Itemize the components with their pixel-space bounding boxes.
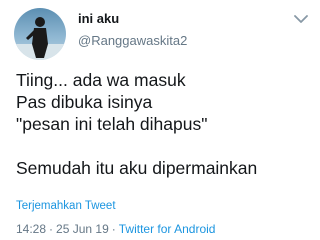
profile-photo-icon xyxy=(14,17,66,60)
chevron-down-icon[interactable] xyxy=(294,14,308,24)
tweet-card: ini aku @Ranggawaskita2 Tiing... ada wa … xyxy=(0,0,320,240)
translate-tweet-link[interactable]: Terjemahkan Tweet xyxy=(16,200,116,212)
display-name[interactable]: ini aku xyxy=(78,11,119,26)
tweet-date[interactable]: 25 Jun 19 xyxy=(56,222,109,236)
tweet-text-line: Tiing... ada wa masuk xyxy=(16,70,186,90)
tweet-meta: 14:28 · 25 Jun 19 · Twitter for Android xyxy=(16,222,215,236)
tweet-text: Tiing... ada wa masuk Pas dibuka isinya … xyxy=(16,69,312,179)
tweet-text-line: "pesan ini telah dihapus" xyxy=(16,114,208,134)
tweet-text-line: Semudah itu aku dipermainkan xyxy=(16,158,258,178)
tweet-source-link[interactable]: Twitter for Android xyxy=(119,222,216,236)
tweet-text-line: Pas dibuka isinya xyxy=(16,92,153,112)
tweet-time: 14:28 xyxy=(16,222,47,236)
meta-separator: · xyxy=(49,222,54,236)
user-handle[interactable]: @Ranggawaskita2 xyxy=(78,33,187,48)
avatar[interactable] xyxy=(14,8,66,60)
meta-separator: · xyxy=(111,222,116,236)
